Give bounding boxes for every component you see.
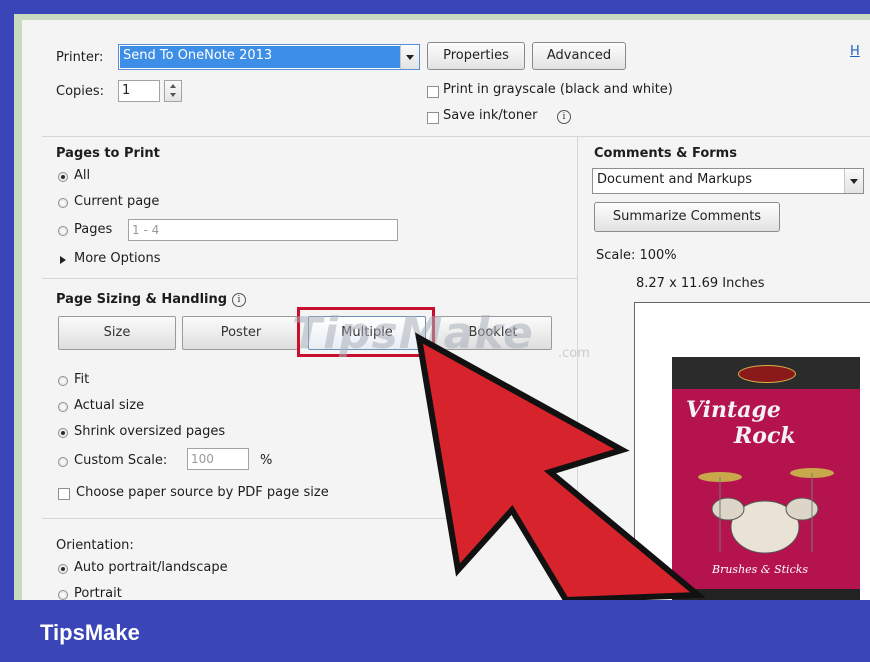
footer-banner: TipsMake xyxy=(0,600,870,662)
frame-left xyxy=(0,0,14,662)
pointer-arrow xyxy=(415,332,706,600)
frame-top xyxy=(0,0,870,14)
print-dialog: Printer: Send To OneNote 2013 Properties… xyxy=(22,20,870,600)
banner-logo-text: TipsMake xyxy=(40,620,140,645)
